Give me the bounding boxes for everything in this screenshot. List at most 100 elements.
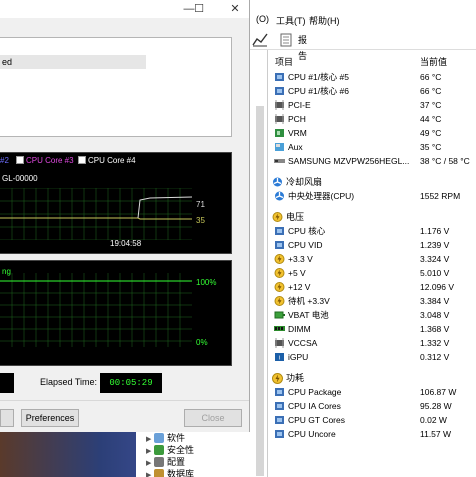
sensor-value: 12.096 V [420,282,455,292]
sensor-row[interactable]: 中央处理器(CPU) 1552 RPM [270,189,476,203]
chip-icon [274,338,285,348]
sensor-row[interactable]: DIMM 1.368 V [270,322,476,336]
sensor-label: +5 V [288,268,306,278]
sensor-label: 待机 +3.3V [288,296,330,306]
chart-icon[interactable] [252,31,268,47]
sensor-row[interactable]: CPU VID 1.239 V [270,238,476,252]
sensor-label: CPU IA Cores [288,401,341,411]
sensor-value: 3.324 V [420,254,450,264]
start-button[interactable] [0,409,14,427]
sensor-label: PCI-E [288,100,311,110]
section-label: 电压 [286,212,305,222]
sensor-row[interactable]: SAMSUNG MZVPW256HEGL... 38 °C / 58 °C [270,154,476,168]
legend-item-core-2[interactable]: #2 [0,156,9,165]
report-icon [280,33,292,47]
shield-icon [154,445,164,455]
temperature-graph: #2 CPU Core #3 CPU Core #4 GL-00000 71 3… [0,152,232,254]
sensor-row[interactable]: +12 V 12.096 V [270,280,476,294]
sensor-row[interactable]: 待机 +3.3V 3.384 V [270,294,476,308]
temp-axis-time: 19:04:58 [110,239,142,248]
sensor-value: 5.010 V [420,268,450,278]
sensor-label: CPU 核心 [288,226,326,236]
sensor-section[interactable]: 冷却风扇 [270,175,476,189]
legend-item-core-4[interactable]: CPU Core #4 [78,156,136,165]
ssd-icon [274,156,285,166]
cpu-icon [274,240,285,250]
legend-item-core-3[interactable]: CPU Core #3 [16,156,74,165]
sensor-row[interactable]: VBAT 电池 3.048 V [270,308,476,322]
sensor-row[interactable]: i iGPU 0.312 V [270,350,476,364]
sensor-row[interactable]: CPU #1/核心 #6 66 °C [270,84,476,98]
sensor-row[interactable]: CPU Uncore 11.57 W [270,427,476,441]
tree-label: 软件 [167,433,186,443]
sensor-value: 1552 RPM [420,191,461,201]
sensor-value: 49 °C [420,128,442,138]
sensor-row[interactable]: CPU IA Cores 95.28 W [270,399,476,413]
tree-item-database[interactable]: ▶ 数据库 [146,468,194,477]
sensor-value: 37 °C [420,100,442,110]
sensor-list: 项目 当前值 CPU #1/核心 #5 66 °C CPU #1/核心 #6 66 °… [270,50,476,477]
sensor-value: 1.332 V [420,338,450,348]
sensor-row[interactable]: CPU Package 106.87 W [270,385,476,399]
sensor-label: CPU #1/核心 #5 [288,72,349,82]
list-header: 项目 当前值 [270,54,476,68]
sensor-value: 35 °C [420,142,442,152]
stress-option-label: ed [2,57,13,67]
sensor-label: CPU Uncore [288,429,336,439]
menu-tools[interactable]: 工具(T) [276,14,306,27]
sensor-value: 38 °C / 58 °C [420,156,470,166]
nav-scrollbar[interactable] [256,106,264,476]
sensor-row[interactable]: CPU GT Cores 0.02 W [270,413,476,427]
sensor-row[interactable]: PCH 44 °C [270,112,476,126]
dimm-icon [274,324,285,334]
background-tree-view: ▶ 软件 ▶ 安全性 ▶ 配置 ▶ 数据库 [136,432,250,477]
legend-checkbox[interactable] [16,156,24,164]
sensor-row[interactable]: VRM 49 °C [270,126,476,140]
sensor-section[interactable]: 功耗 [270,371,476,385]
cpu-usage-graph: ng 100% 0% [0,260,232,366]
column-item[interactable]: 项目 [275,55,293,68]
sensor-row[interactable]: Aux 35 °C [270,140,476,154]
sensor-value: 3.384 V [420,296,450,306]
fan-icon [272,177,283,188]
sensor-label: iGPU [288,352,309,362]
sensor-row[interactable]: +5 V 5.010 V [270,266,476,280]
maximize-button[interactable]: ☐ [192,2,206,16]
close-window-button[interactable]: ✕ [228,2,242,16]
sensor-row[interactable]: PCI-E 37 °C [270,98,476,112]
tree-label: 安全性 [167,445,195,455]
legend-checkbox[interactable] [78,156,86,164]
legend-label: #2 [0,156,9,165]
preferences-button[interactable]: Preferences [21,409,79,427]
cpu-icon [274,429,285,439]
usage-axis-upper: 100% [196,278,217,287]
sensor-row[interactable]: CPU #1/核心 #5 66 °C [270,70,476,84]
legend-label: CPU Core #4 [88,156,136,165]
voltage-icon [274,268,285,278]
sensor-label: +3.3 V [288,254,313,264]
sensor-label: DIMM [288,324,311,334]
sensor-row[interactable]: CPU 核心 1.176 V [270,224,476,238]
sensor-row[interactable]: +3.3 V 3.324 V [270,252,476,266]
sensor-value: 44 °C [420,114,442,124]
sensor-label: +12 V [288,282,311,292]
temp-axis-upper: 71 [196,200,205,209]
sensor-value: 1.239 V [420,240,450,250]
sensor-row[interactable]: VCCSA 1.332 V [270,336,476,350]
column-value[interactable]: 当前值 [420,55,447,68]
sensor-label: VCCSA [288,338,318,348]
sensor-value: 0.02 W [420,415,447,425]
stability-test-dialog: — ☐ ✕ ed #2 CPU Core #3 CPU Core #4 GL-0… [0,0,250,432]
close-button[interactable]: Close [184,409,242,427]
sensor-label: VRM [288,128,307,138]
menu-help[interactable]: 帮助(H) [309,14,340,27]
expand-icon[interactable]: ▶ [146,469,154,477]
device-label: GL-00000 [2,174,38,183]
temperature-plot [0,188,192,240]
sensor-value: 3.048 V [420,310,450,320]
stress-option-row[interactable]: ed [0,55,146,69]
usage-grid [0,273,192,347]
menu-view[interactable]: (O) [256,14,269,24]
sensor-section[interactable]: 电压 [270,210,476,224]
aux-icon [274,142,285,152]
